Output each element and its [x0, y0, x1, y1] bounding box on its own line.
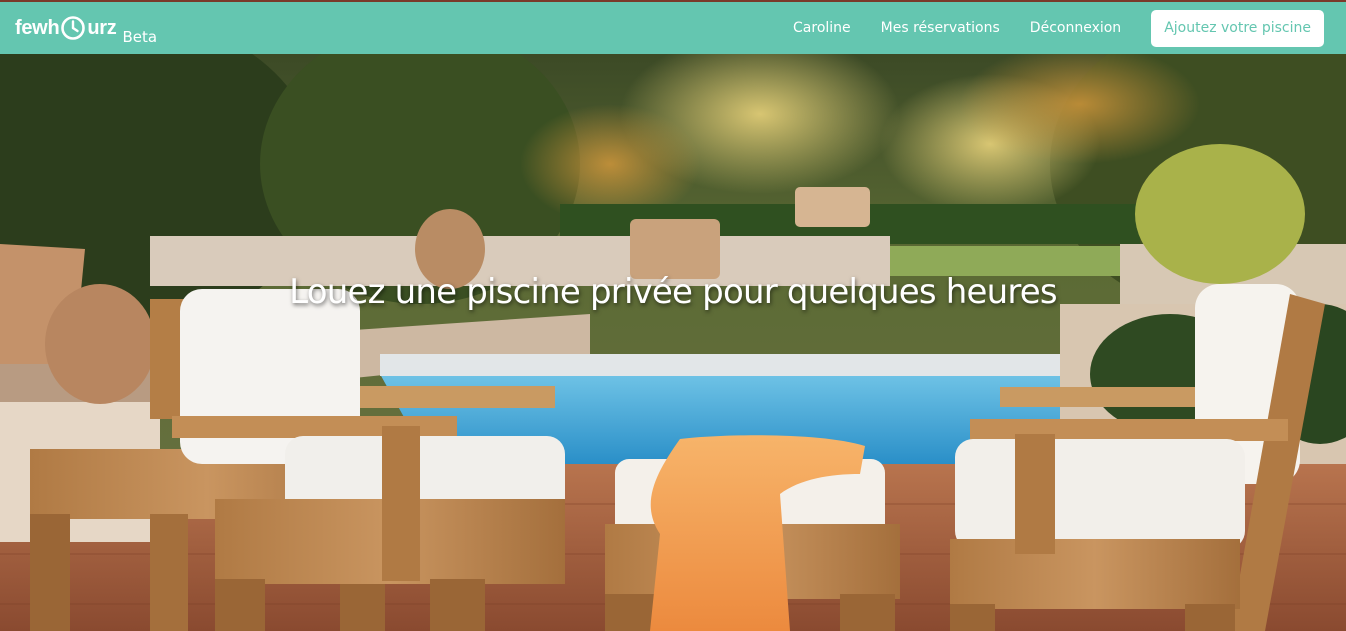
nav-user-link[interactable]: Caroline [793, 9, 851, 47]
add-pool-button[interactable]: Ajoutez votre piscine [1151, 9, 1324, 47]
clock-icon [61, 16, 86, 40]
beta-badge: Beta [122, 28, 158, 46]
brand-name-end: urz [87, 17, 117, 39]
nav-reservations-link[interactable]: Mes réservations [881, 9, 1000, 47]
brand-name-start: fewh [15, 17, 60, 39]
brand-wordmark: fewh urz [15, 14, 117, 42]
navbar: fewh urz Beta Caroline Mes réservations … [0, 2, 1346, 54]
hero-background-image [0, 54, 1346, 631]
brand-logo[interactable]: fewh urz Beta [15, 14, 157, 46]
hero-headline: Louez une piscine privée pour quelques h… [289, 272, 1057, 312]
hero-section: Louez une piscine privée pour quelques h… [0, 54, 1346, 631]
nav-logout-link[interactable]: Déconnexion [1030, 9, 1121, 47]
page: fewh urz Beta Caroline Mes réservations … [0, 0, 1346, 631]
nav-links: Caroline Mes réservations Déconnexion Aj… [793, 9, 1324, 47]
